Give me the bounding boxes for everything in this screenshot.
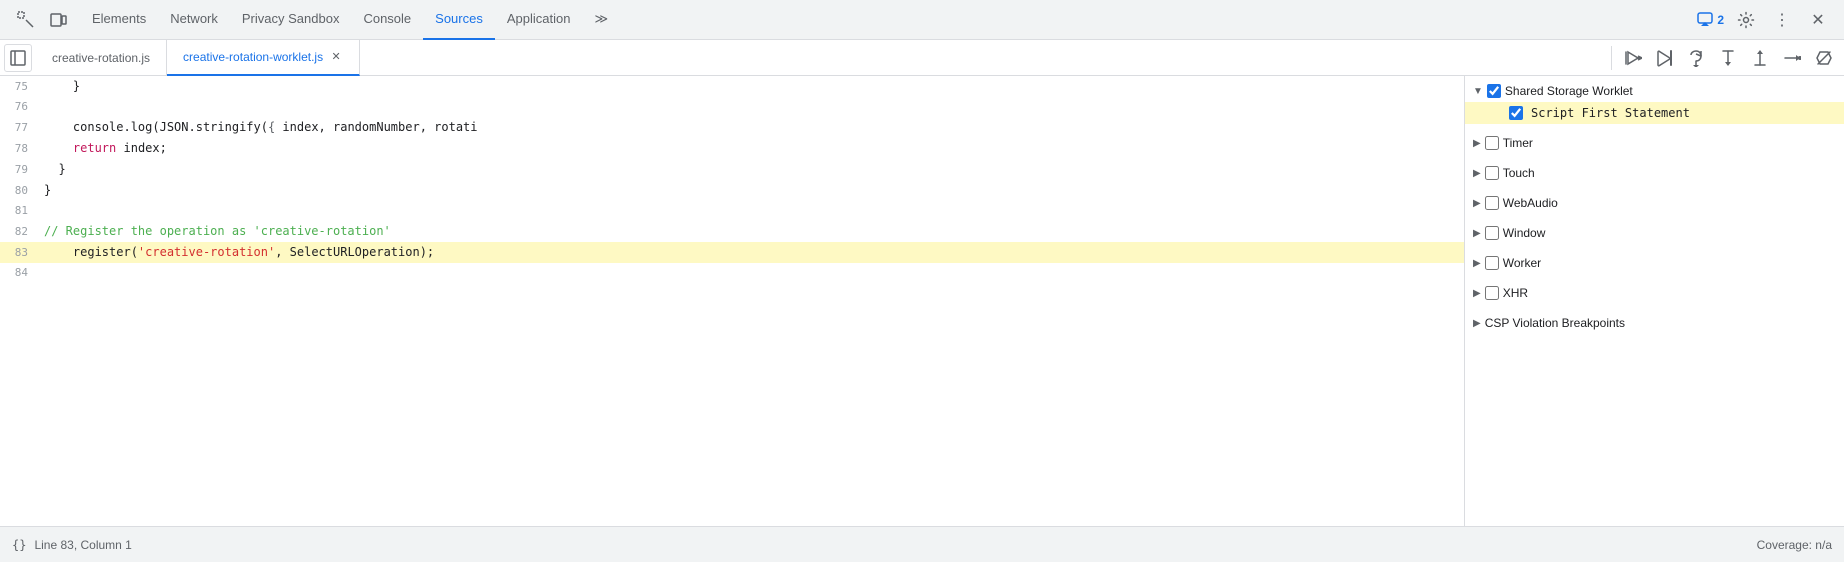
main-content: 75 } 76 77 console.log(JSON.stringify({ …: [0, 76, 1844, 526]
code-line-83: 83 register('creative-rotation', SelectU…: [0, 242, 1464, 263]
tab-more[interactable]: ≫: [582, 0, 620, 40]
file-tabs: creative-rotation.js creative-rotation-w…: [0, 40, 1844, 76]
code-line-81: 81: [0, 201, 1464, 221]
xhr-header[interactable]: ▶ XHR: [1465, 282, 1844, 304]
code-editor[interactable]: 75 } 76 77 console.log(JSON.stringify({ …: [0, 76, 1464, 526]
more-options-icon[interactable]: ⋮: [1768, 6, 1796, 34]
resume-icon[interactable]: [1652, 46, 1676, 70]
code-line-84: 84: [0, 263, 1464, 283]
code-line-79: 79 }: [0, 159, 1464, 180]
devtools-icons: [4, 6, 80, 34]
tab-sources[interactable]: Sources: [423, 0, 495, 40]
chevron-right-icon: ▶: [1473, 258, 1481, 269]
tab-elements[interactable]: Elements: [80, 0, 158, 40]
curly-braces-icon: {}: [12, 538, 26, 552]
breakpoint-section-worker: ▶ Worker: [1465, 248, 1844, 278]
shared-storage-worklet-header[interactable]: ▼ Shared Storage Worklet: [1465, 80, 1844, 102]
file-tab-creative-rotation[interactable]: creative-rotation.js: [36, 40, 167, 76]
code-line-77: 77 console.log(JSON.stringify({ index, r…: [0, 117, 1464, 138]
step-over-icon[interactable]: [1684, 46, 1708, 70]
cursor-position: Line 83, Column 1: [34, 538, 131, 552]
script-first-statement-item[interactable]: Script First Statement: [1465, 102, 1844, 124]
device-toolbar-icon[interactable]: [44, 6, 72, 34]
webaudio-checkbox[interactable]: [1485, 196, 1499, 210]
timer-checkbox[interactable]: [1485, 136, 1499, 150]
csp-header[interactable]: ▶ CSP Violation Breakpoints: [1465, 312, 1844, 334]
tab-bar: Elements Network Privacy Sandbox Console…: [0, 0, 1844, 40]
breakpoint-section-csp: ▶ CSP Violation Breakpoints: [1465, 308, 1844, 338]
breakpoint-section-touch: ▶ Touch: [1465, 158, 1844, 188]
code-line-82: 82 // Register the operation as 'creativ…: [0, 221, 1464, 242]
toggle-navigator-icon[interactable]: [4, 44, 32, 72]
chevron-right-icon: ▶: [1473, 318, 1481, 329]
close-devtools-icon[interactable]: ✕: [1804, 6, 1832, 34]
worker-checkbox[interactable]: [1485, 256, 1499, 270]
touch-checkbox[interactable]: [1485, 166, 1499, 180]
console-messages-badge[interactable]: 2: [1697, 12, 1724, 28]
code-line-78: 78 return index;: [0, 138, 1464, 159]
breakpoint-section-xhr: ▶ XHR: [1465, 278, 1844, 308]
chevron-down-icon: ▼: [1473, 86, 1483, 97]
timer-header[interactable]: ▶ Timer: [1465, 132, 1844, 154]
tab-console[interactable]: Console: [351, 0, 423, 40]
tab-application[interactable]: Application: [495, 0, 583, 40]
xhr-checkbox[interactable]: [1485, 286, 1499, 300]
code-line-76: 76: [0, 97, 1464, 117]
coverage-info: Coverage: n/a: [1757, 538, 1832, 552]
chevron-right-icon: ▶: [1473, 228, 1481, 239]
step-icon[interactable]: [1780, 46, 1804, 70]
touch-header[interactable]: ▶ Touch: [1465, 162, 1844, 184]
breakpoint-section-shared-storage: ▼ Shared Storage Worklet Script First St…: [1465, 76, 1844, 128]
chevron-right-icon: ▶: [1473, 198, 1481, 209]
window-header[interactable]: ▶ Window: [1465, 222, 1844, 244]
webaudio-header[interactable]: ▶ WebAudio: [1465, 192, 1844, 214]
tab-privacy-sandbox[interactable]: Privacy Sandbox: [230, 0, 352, 40]
chevron-right-icon: ▶: [1473, 138, 1481, 149]
breakpoint-section-webaudio: ▶ WebAudio: [1465, 188, 1844, 218]
run-snippet-icon[interactable]: [1620, 46, 1644, 70]
code-line-80: 80 }: [0, 180, 1464, 201]
breakpoint-section-timer: ▶ Timer: [1465, 128, 1844, 158]
tab-network[interactable]: Network: [158, 0, 230, 40]
script-first-statement-checkbox[interactable]: [1509, 106, 1523, 120]
step-into-icon[interactable]: [1716, 46, 1740, 70]
chevron-right-icon: ▶: [1473, 168, 1481, 179]
shared-storage-worklet-checkbox[interactable]: [1487, 84, 1501, 98]
chevron-right-icon: ▶: [1473, 288, 1481, 299]
file-tab-worklet[interactable]: creative-rotation-worklet.js ✕: [167, 40, 360, 76]
debugger-toolbar: [1611, 46, 1844, 70]
deactivate-breakpoints-icon[interactable]: [1812, 46, 1836, 70]
close-file-tab-icon[interactable]: ✕: [329, 50, 343, 64]
window-checkbox[interactable]: [1485, 226, 1499, 240]
breakpoint-section-window: ▶ Window: [1465, 218, 1844, 248]
code-line-75: 75 }: [0, 76, 1464, 97]
step-out-icon[interactable]: [1748, 46, 1772, 70]
status-bar: {} Line 83, Column 1 Coverage: n/a: [0, 526, 1844, 562]
settings-icon[interactable]: [1732, 6, 1760, 34]
tab-bar-right: 2 ⋮ ✕: [1697, 6, 1840, 34]
worker-header[interactable]: ▶ Worker: [1465, 252, 1844, 274]
right-panel: ▼ Shared Storage Worklet Script First St…: [1464, 76, 1844, 526]
inspect-icon[interactable]: [12, 6, 40, 34]
